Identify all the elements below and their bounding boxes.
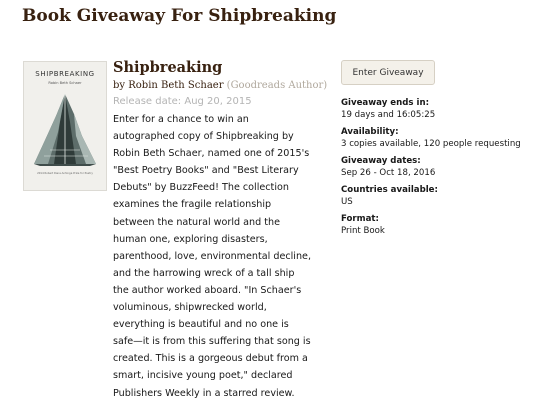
description-line: between the natural world and the	[113, 216, 280, 228]
description-line: Robin Beth Schaer, named one of 2015's	[113, 148, 310, 160]
giveaway-ends-value: 19 days and 16:05:25	[341, 110, 436, 120]
availability-value: 3 copies available, 120 people requestin…	[341, 139, 521, 149]
description-line: autographed copy of Shipbreaking by	[113, 131, 294, 143]
book-description: Enter for a chance to win an autographed…	[113, 111, 323, 402]
page-title: Book Giveaway For Shipbreaking	[22, 6, 337, 26]
description-line: parenthood, love, environmental decline,	[113, 250, 311, 262]
description-line: Publishers Weekly in a starred review.	[113, 387, 295, 399]
format-value: Print Book	[341, 226, 385, 236]
goodreads-author-badge: (Goodreads Author)	[226, 80, 328, 91]
by-label: by	[113, 80, 126, 91]
book-cover-image[interactable]: SHIPBREAKING Robin Beth Schaer 2014 Robe…	[24, 62, 106, 190]
description-line: examines the fragile relationship	[113, 199, 272, 211]
description-line: safe—it is from this suffering that song…	[113, 336, 311, 348]
cover-author-text: Robin Beth Schaer	[48, 81, 82, 85]
description-line: Enter for a chance to win an	[113, 114, 249, 125]
byline: by Robin Beth Schaer (Goodreads Author)	[113, 80, 327, 91]
description-line: created. This is a gorgeous debut from a	[113, 353, 308, 365]
format: Format: Print Book	[341, 213, 536, 237]
giveaway-dates: Giveaway dates: Sep 26 - Oct 18, 2016	[341, 155, 536, 179]
giveaway-ends-label: Giveaway ends in:	[341, 98, 430, 108]
description-line: smart, incisive young poet," declared	[113, 370, 293, 382]
availability: Availability: 3 copies available, 120 pe…	[341, 126, 536, 150]
description-line: the author worked aboard. "In Schaer's	[113, 284, 302, 296]
book-title-link[interactable]: Shipbreaking	[113, 59, 222, 76]
cover-footer-text: 2014 Robert Dana Anhinga Prize for Poetr…	[37, 172, 93, 175]
countries-value: US	[341, 197, 353, 207]
author-link[interactable]: Robin Beth Schaer	[128, 80, 223, 91]
giveaway-dates-label: Giveaway dates:	[341, 156, 421, 166]
description-line: human one, exploring disasters,	[113, 233, 268, 245]
enter-giveaway-button[interactable]: Enter Giveaway	[341, 60, 435, 85]
countries-label: Countries available:	[341, 185, 438, 195]
description-line: and the harrowing wreck of a tall ship	[113, 267, 295, 279]
release-date: Release date: Aug 20, 2015	[113, 96, 252, 107]
giveaway-dates-value: Sep 26 - Oct 18, 2016	[341, 168, 436, 178]
availability-label: Availability:	[341, 127, 399, 137]
countries-available: Countries available: US	[341, 184, 536, 208]
cover-title-text: SHIPBREAKING	[35, 70, 95, 78]
description-line: voluminous, shipwrecked world,	[113, 302, 267, 314]
description-line: Debuts" by BuzzFeed! The collection	[113, 182, 289, 194]
giveaway-ends: Giveaway ends in: 19 days and 16:05:25	[341, 97, 536, 121]
description-line: "Best Poetry Books" and "Best Literary	[113, 165, 299, 177]
shipwreck-art-icon	[34, 94, 96, 166]
format-label: Format:	[341, 214, 379, 224]
giveaway-details: Giveaway ends in: 19 days and 16:05:25 A…	[341, 97, 536, 242]
description-line: everything is beautiful and no one is	[113, 319, 289, 331]
